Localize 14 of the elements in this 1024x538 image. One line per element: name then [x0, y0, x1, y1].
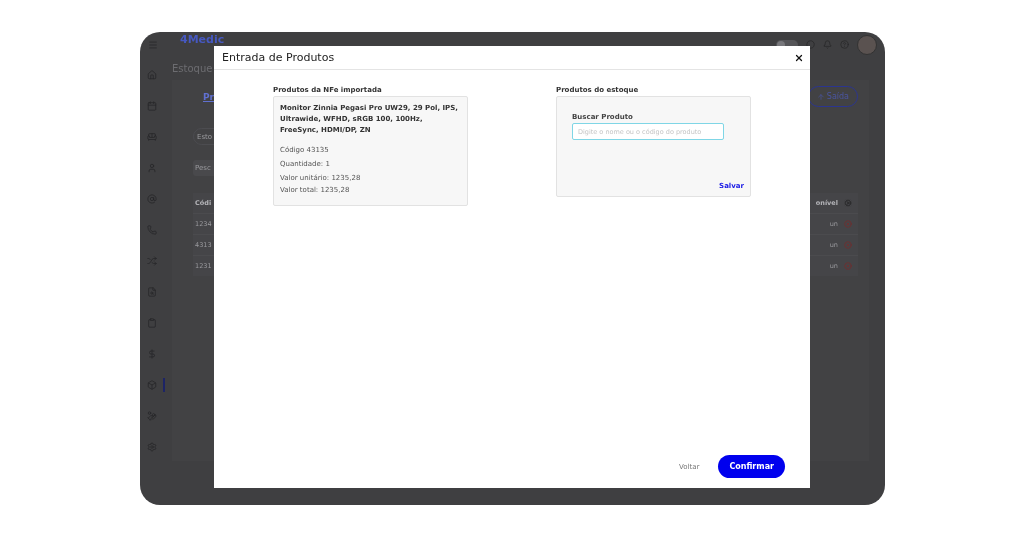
hand-coins-icon [146, 411, 157, 421]
confirm-button[interactable]: Confirmar [718, 455, 785, 478]
avatar[interactable] [857, 34, 877, 55]
logo: 4Medic [180, 34, 225, 45]
modal-title: Entrada de Produtos [222, 51, 335, 64]
chat-icon[interactable] [806, 40, 815, 49]
at-sign-icon [146, 194, 157, 204]
menu-icon[interactable] [148, 39, 158, 50]
close-icon[interactable] [794, 52, 804, 63]
arrow-up-icon [816, 92, 825, 101]
remove-icon[interactable] [844, 241, 852, 249]
remove-icon[interactable] [844, 220, 852, 228]
remove-icon[interactable] [844, 262, 852, 270]
gear-icon[interactable] [844, 199, 852, 207]
